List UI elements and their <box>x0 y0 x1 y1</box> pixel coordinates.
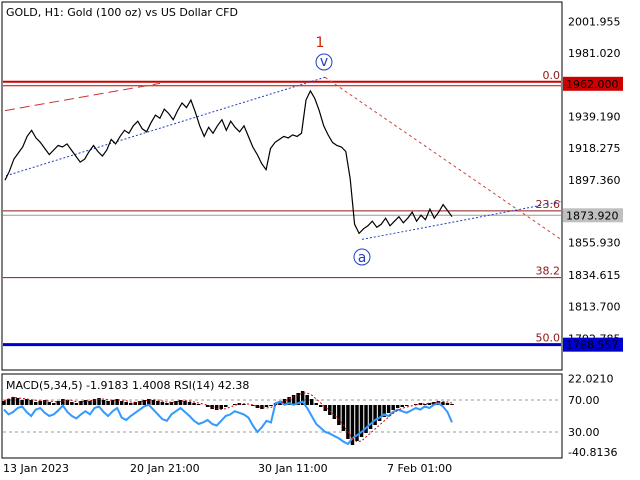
fib-level-label: 0.0 <box>543 69 561 82</box>
time-axis-tick: 13 Jan 2023 <box>3 462 69 475</box>
wave-label-1: 1 <box>316 35 325 51</box>
price-axis-tick: 1834.615 <box>568 269 621 282</box>
price-axis-tick: 1855.930 <box>568 237 621 250</box>
time-axis-tick: 30 Jan 11:00 <box>258 462 328 475</box>
current-price-tag: 1873.920 <box>566 209 619 222</box>
trading-chart[interactable]: 2001.955 1981.020 1939.190 1918.275 1897.360… <box>0 0 640 480</box>
indicator-axis-tick: 22.0210 <box>568 372 614 385</box>
wave-label-a: a <box>358 250 367 266</box>
fib-level-label: 50.0 <box>536 332 561 345</box>
price-axis-tick: 1939.190 <box>568 110 621 123</box>
main-panel[interactable] <box>1 1 563 371</box>
blue-level-tag: 1788.557 <box>566 339 619 352</box>
symbol-info: GOLD, H1: Gold (100 oz) vs US Dollar CFD <box>6 6 238 19</box>
indicator-axis-tick: -40.8136 <box>568 446 617 459</box>
indicator-header: MACD(5,34,5) -1.9183 1.4008 RSI(14) 42.3… <box>6 379 249 392</box>
price-axis-tick: 1981.020 <box>568 47 621 60</box>
time-axis-tick: 20 Jan 21:00 <box>130 462 200 475</box>
wave-label-v: v <box>320 54 328 70</box>
price-axis-tick: 1918.275 <box>568 142 621 155</box>
indicator-axis-tick: 70.00 <box>568 394 600 407</box>
price-axis-tick: 2001.955 <box>568 15 621 28</box>
price-axis-tick: 1897.360 <box>568 174 621 187</box>
fib-level-label: 38.2 <box>536 265 561 278</box>
indicator-axis-tick: 30.00 <box>568 426 600 439</box>
price-axis-tick: 1813.700 <box>568 301 621 314</box>
red-level-tag: 1962.000 <box>566 78 619 91</box>
time-axis-tick: 7 Feb 01:00 <box>387 462 452 475</box>
